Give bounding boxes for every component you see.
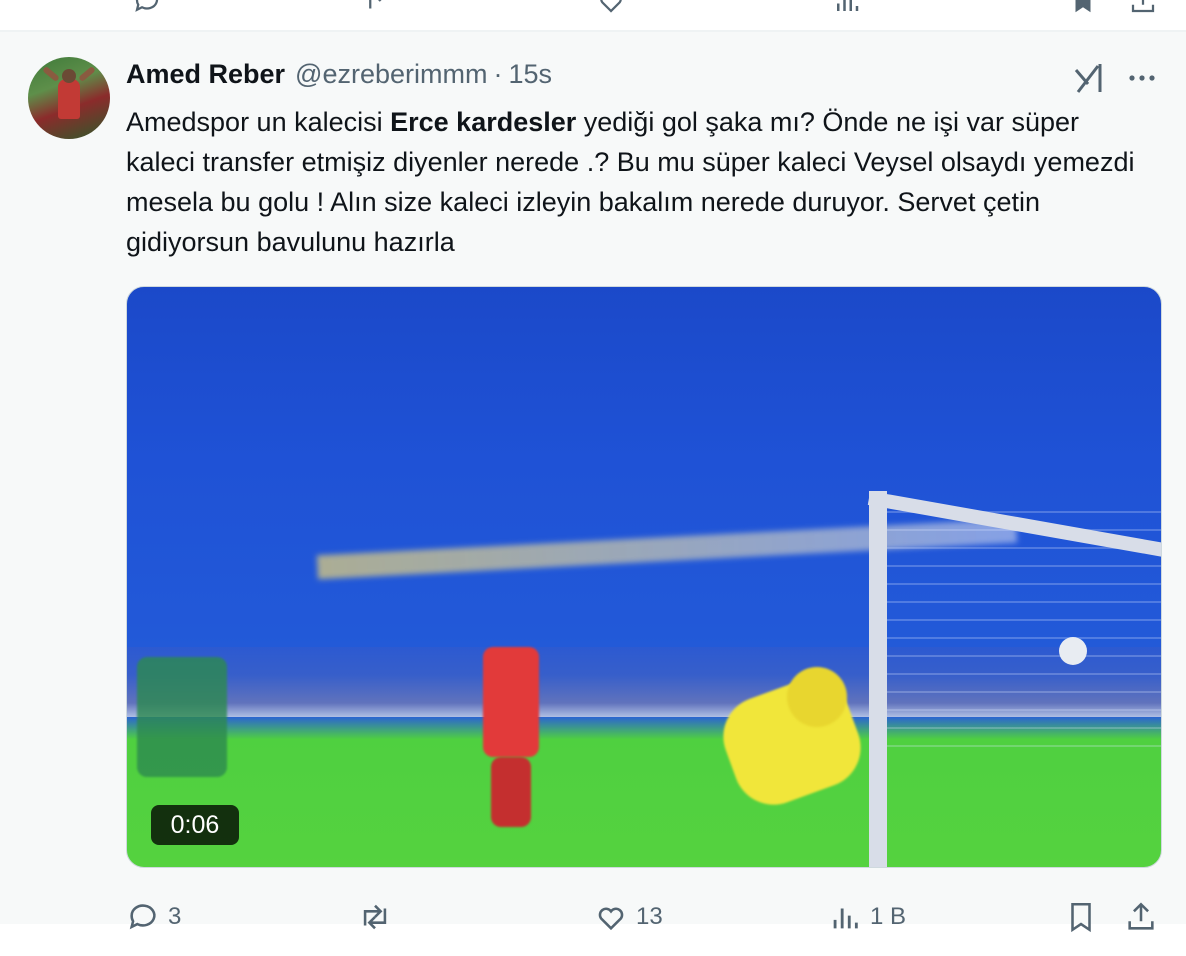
player-green	[137, 657, 227, 777]
reply-button[interactable]: 3	[126, 900, 181, 934]
tweet-text-bold: Erce kardesler	[390, 107, 577, 137]
goalkeeper-head	[787, 667, 847, 727]
video-duration: 0:06	[151, 805, 239, 845]
previous-tweet-actions	[0, 0, 1186, 30]
retweet-icon	[363, 904, 387, 930]
goal-post	[869, 491, 887, 867]
grok-icon[interactable]	[1072, 60, 1108, 96]
heart-icon[interactable]	[596, 0, 626, 16]
separator: ·	[493, 59, 503, 89]
share-button[interactable]	[1124, 900, 1158, 934]
avatar[interactable]	[28, 57, 110, 139]
ball	[1059, 637, 1087, 665]
player-red	[483, 647, 539, 757]
tweet-header: Amed Reber @ezreberimmm · 15s	[126, 59, 552, 95]
share-icon	[1128, 902, 1154, 930]
more-icon[interactable]	[1124, 62, 1160, 94]
tweet-text-part1: Amedspor un kalecisi	[126, 107, 391, 137]
retweet-icon[interactable]	[364, 0, 394, 16]
bookmark-button[interactable]	[1064, 900, 1098, 934]
tweet-actions: 3 13 1 B	[0, 892, 1186, 956]
tweet-time[interactable]: 15s	[508, 59, 552, 90]
heart-icon	[598, 907, 624, 931]
like-count: 13	[636, 903, 663, 930]
like-button[interactable]: 13	[594, 900, 663, 934]
tweet-text: Amedspor un kalecisi Erce kardesler yedi…	[126, 102, 1146, 262]
views-icon[interactable]	[832, 0, 862, 16]
video-player[interactable]: 0:06	[126, 286, 1162, 868]
reply-icon[interactable]	[132, 0, 162, 16]
retweet-button[interactable]	[358, 900, 400, 934]
author-name[interactable]: Amed Reber	[126, 59, 285, 90]
reply-count: 3	[168, 903, 182, 930]
bookmark-icon	[1071, 902, 1091, 933]
share-icon[interactable]	[1128, 0, 1158, 16]
reply-icon	[129, 904, 156, 930]
tweet[interactable]: Amed Reber @ezreberimmm · 15s Amedspor u…	[0, 32, 1186, 933]
views-button[interactable]: 1 B	[828, 900, 906, 934]
bookmark-icon[interactable]	[1068, 0, 1098, 16]
author-handle[interactable]: @ezreberimmm	[295, 59, 487, 90]
player-red-legs	[491, 757, 531, 827]
views-icon	[833, 908, 858, 929]
views-count: 1 B	[870, 903, 907, 930]
